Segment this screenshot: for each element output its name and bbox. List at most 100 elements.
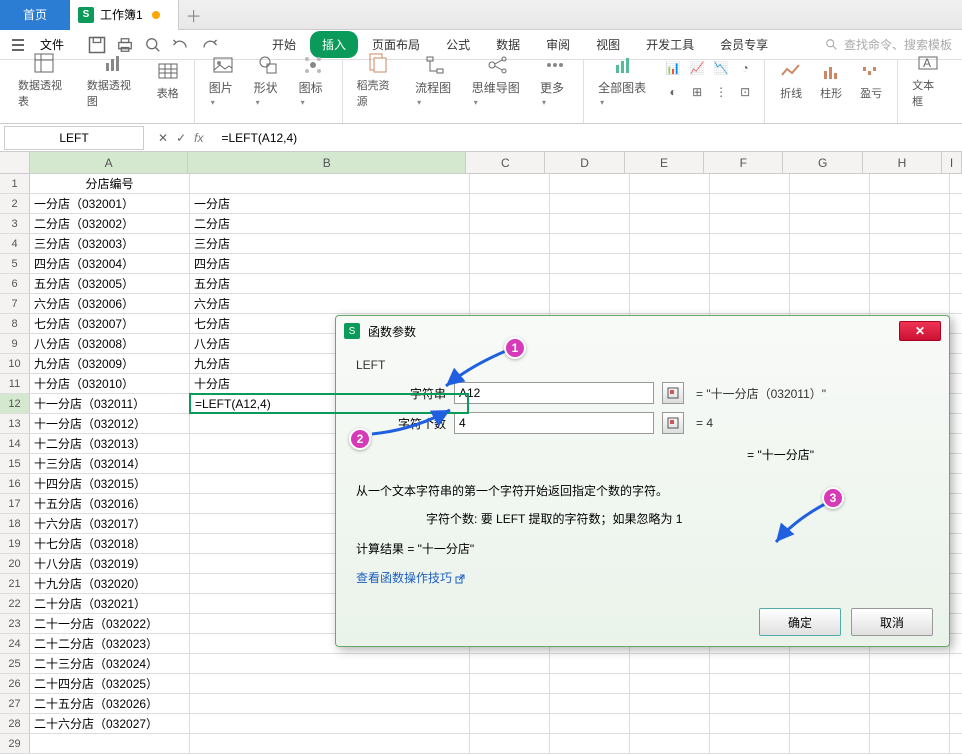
row-header[interactable]: 7 xyxy=(0,294,30,313)
col-header[interactable]: G xyxy=(783,152,862,173)
row-header[interactable]: 4 xyxy=(0,234,30,253)
all-charts-button[interactable]: 全部图表▾ xyxy=(592,51,654,110)
workbook-tab[interactable]: S 工作簿1 xyxy=(70,0,179,30)
chart-type-icon[interactable]: 📉 xyxy=(710,57,732,79)
col-header[interactable]: D xyxy=(545,152,624,173)
row-header[interactable]: 20 xyxy=(0,554,30,573)
row-header[interactable]: 3 xyxy=(0,214,30,233)
cell[interactable] xyxy=(190,674,470,693)
cell[interactable]: 十一分店（032011） xyxy=(30,394,190,413)
col-header[interactable]: I xyxy=(942,152,962,173)
table-button[interactable]: 表格 xyxy=(150,57,186,103)
col-header[interactable]: F xyxy=(704,152,783,173)
formula-input[interactable] xyxy=(213,126,962,150)
docer-button[interactable]: 稻壳资源 xyxy=(351,49,406,111)
icon-button[interactable]: 图标▾ xyxy=(293,51,334,110)
cell[interactable]: 十六分店（032017） xyxy=(30,514,190,533)
cell[interactable]: 十五分店（032016） xyxy=(30,494,190,513)
cancel-button[interactable]: 取消 xyxy=(851,608,933,636)
chart-type-icon[interactable]: ◔ xyxy=(734,57,756,79)
row-header[interactable]: 9 xyxy=(0,334,30,353)
cell[interactable]: 三分店 xyxy=(190,234,470,253)
chart-type-icon[interactable]: ◐ xyxy=(662,81,684,103)
row-header[interactable]: 28 xyxy=(0,714,30,733)
pivot-table-button[interactable]: 数据透视表 xyxy=(12,49,77,111)
row-header[interactable]: 18 xyxy=(0,514,30,533)
row-header[interactable]: 25 xyxy=(0,654,30,673)
col-header[interactable]: E xyxy=(625,152,704,173)
cell[interactable]: 五分店 xyxy=(190,274,470,293)
cell[interactable]: 二分店 xyxy=(190,214,470,233)
cell[interactable] xyxy=(190,734,470,753)
sparkline-column-button[interactable]: 柱形 xyxy=(813,57,849,103)
cell[interactable]: 六分店（032006） xyxy=(30,294,190,313)
row-header[interactable]: 11 xyxy=(0,374,30,393)
row-header[interactable]: 23 xyxy=(0,614,30,633)
cell[interactable] xyxy=(190,174,470,193)
row-header[interactable]: 8 xyxy=(0,314,30,333)
cell[interactable]: 八分店（032008） xyxy=(30,334,190,353)
row-header[interactable]: 17 xyxy=(0,494,30,513)
cell[interactable]: 十分店（032010） xyxy=(30,374,190,393)
picture-button[interactable]: 图片▾ xyxy=(203,51,244,110)
chart-type-icon[interactable]: 📈 xyxy=(686,57,708,79)
cell[interactable]: 十七分店（032018） xyxy=(30,534,190,553)
range-picker-icon[interactable] xyxy=(662,412,684,434)
cell[interactable]: 五分店（032005） xyxy=(30,274,190,293)
undo-icon[interactable] xyxy=(170,34,192,56)
row-header[interactable]: 19 xyxy=(0,534,30,553)
cell[interactable]: 十八分店（032019） xyxy=(30,554,190,573)
accept-formula-icon[interactable]: ✓ xyxy=(176,131,186,145)
cell[interactable]: 十四分店（032015） xyxy=(30,474,190,493)
col-header[interactable]: B xyxy=(188,152,466,173)
cell[interactable]: 十三分店（032014） xyxy=(30,454,190,473)
cell[interactable]: 四分店 xyxy=(190,254,470,273)
row-header[interactable]: 12 xyxy=(0,394,30,413)
close-button[interactable]: ✕ xyxy=(899,321,941,341)
cell[interactable]: 三分店（032003） xyxy=(30,234,190,253)
col-header[interactable]: H xyxy=(863,152,942,173)
fx-icon[interactable]: fx xyxy=(194,131,203,145)
cell[interactable] xyxy=(190,654,470,673)
more-button[interactable]: 更多▾ xyxy=(534,51,575,110)
cell[interactable]: 十二分店（032013） xyxy=(30,434,190,453)
cell[interactable]: 二十二分店（032023） xyxy=(30,634,190,653)
cell[interactable]: 九分店（032009） xyxy=(30,354,190,373)
cell[interactable]: 二十一分店（032022） xyxy=(30,614,190,633)
row-header[interactable]: 16 xyxy=(0,474,30,493)
cell[interactable]: 十九分店（032020） xyxy=(30,574,190,593)
select-all-corner[interactable] xyxy=(0,152,30,173)
cell[interactable]: 二分店（032002） xyxy=(30,214,190,233)
chart-type-icon[interactable]: ⊡ xyxy=(734,81,756,103)
cell[interactable] xyxy=(30,734,190,753)
cell[interactable]: 二十六分店（032027） xyxy=(30,714,190,733)
row-header[interactable]: 26 xyxy=(0,674,30,693)
row-header[interactable]: 1 xyxy=(0,174,30,193)
flowchart-button[interactable]: 流程图▾ xyxy=(409,51,462,110)
tab-member[interactable]: 会员专享 xyxy=(708,31,780,58)
cell[interactable]: 二十五分店（032026） xyxy=(30,694,190,713)
row-header[interactable]: 13 xyxy=(0,414,30,433)
chart-type-icon[interactable]: 📊 xyxy=(662,57,684,79)
col-header[interactable]: A xyxy=(30,152,189,173)
param-numchars-input[interactable] xyxy=(454,412,654,434)
row-header[interactable]: 21 xyxy=(0,574,30,593)
row-header[interactable]: 29 xyxy=(0,734,30,753)
mindmap-button[interactable]: 思维导图▾ xyxy=(466,51,530,110)
sparkline-line-button[interactable]: 折线 xyxy=(773,57,809,103)
row-header[interactable]: 24 xyxy=(0,634,30,653)
sparkline-winloss-button[interactable]: 盈亏 xyxy=(853,57,889,103)
cell[interactable]: 七分店（032007） xyxy=(30,314,190,333)
cell[interactable]: 分店编号 xyxy=(30,174,190,193)
chart-type-icon[interactable]: ⊞ xyxy=(686,81,708,103)
name-box[interactable]: LEFT xyxy=(4,126,144,150)
row-header[interactable]: 5 xyxy=(0,254,30,273)
textbox-button[interactable]: A文本框 xyxy=(906,49,950,111)
row-header[interactable]: 10 xyxy=(0,354,30,373)
cell[interactable]: 六分店 xyxy=(190,294,470,313)
row-header[interactable]: 6 xyxy=(0,274,30,293)
cell[interactable] xyxy=(190,714,470,733)
add-tab-button[interactable]: ＋ xyxy=(179,3,209,27)
shape-button[interactable]: 形状▾ xyxy=(248,51,289,110)
row-header[interactable]: 15 xyxy=(0,454,30,473)
